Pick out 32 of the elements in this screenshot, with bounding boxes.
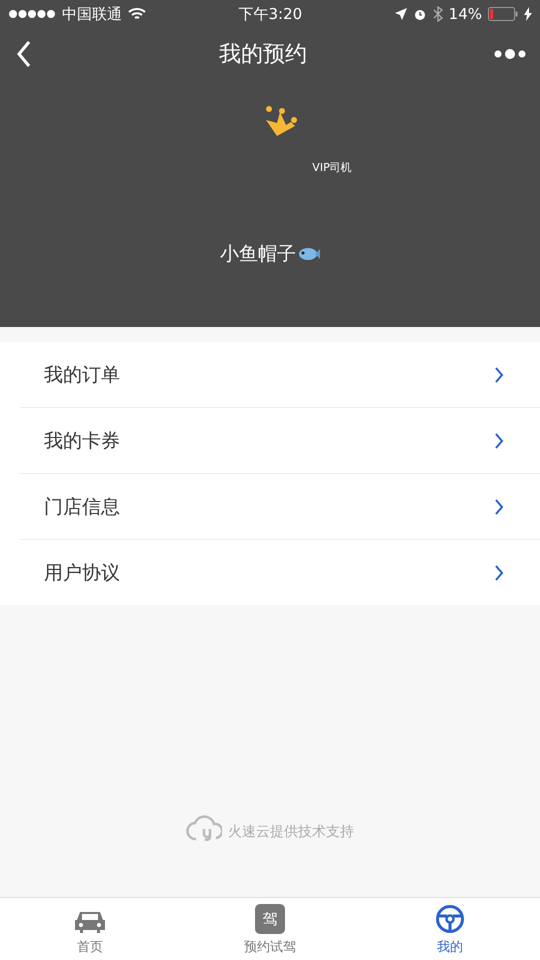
bluetooth-icon xyxy=(432,6,443,22)
chevron-right-icon xyxy=(494,366,504,384)
page-title: 我的预约 xyxy=(218,41,308,69)
drive-icon: 驾 xyxy=(255,904,285,934)
steering-wheel-icon xyxy=(435,904,465,934)
menu-item[interactable]: 门店信息 xyxy=(20,473,540,539)
location-icon xyxy=(394,8,407,20)
menu-item[interactable]: 用户协议 xyxy=(20,539,540,605)
back-icon[interactable] xyxy=(16,40,32,68)
fish-icon xyxy=(298,247,320,261)
tab-item[interactable]: 驾 预约试驾 xyxy=(180,898,360,960)
crown-icon xyxy=(263,106,299,138)
menu-item[interactable]: 我的订单 xyxy=(20,342,540,407)
vip-label: VIP司机 xyxy=(312,160,352,175)
user-name: 小鱼帽子 xyxy=(220,242,296,267)
menu-item[interactable]: 我的卡券 xyxy=(20,407,540,473)
tab-item[interactable]: 首页 xyxy=(0,898,180,960)
carrier-name: 中国联通 xyxy=(62,4,122,24)
chevron-right-icon xyxy=(494,432,504,450)
wifi-icon xyxy=(128,7,146,21)
signal-icon xyxy=(8,9,56,19)
tab-item[interactable]: 我的 xyxy=(360,898,540,960)
battery-icon xyxy=(488,7,518,21)
alarm-icon xyxy=(412,7,427,21)
chevron-right-icon xyxy=(494,564,504,582)
support-text: 火速云提供技术支持 xyxy=(228,823,354,841)
clock-time: 下午3:20 xyxy=(238,4,302,24)
cloud-icon xyxy=(186,815,222,841)
battery-percent: 14% xyxy=(448,5,482,23)
charging-icon xyxy=(524,7,532,21)
more-icon[interactable] xyxy=(494,48,526,60)
chevron-right-icon xyxy=(494,498,504,516)
